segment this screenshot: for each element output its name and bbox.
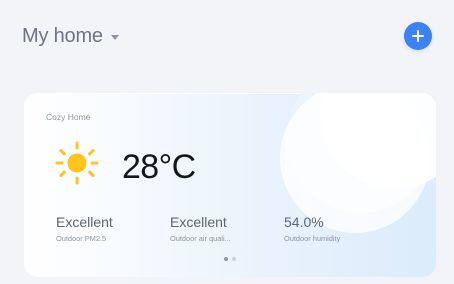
metric-pm25: Excellent Outdoor PM2.5 [56,215,156,247]
metric-pm25-label: Outdoor PM2.5 [56,234,107,243]
weather-card-content: Cozy Home 28°C Excellent Outdoor PM2.5 E… [24,93,436,277]
chevron-down-icon [110,34,119,40]
header: My home [22,22,432,50]
metric-air-quality-value: Excellent [170,214,227,230]
home-screen: My home Cozy Home 28°C Excellent Outdoor… [0,0,454,284]
card-pagination [224,257,236,261]
page-dot-2[interactable] [232,257,236,261]
home-selector[interactable]: My home [22,22,119,50]
add-button[interactable] [404,22,432,50]
metric-humidity-label: Outdoor humidity [284,234,341,243]
temperature-value: 28°C [122,148,196,186]
location-label: Cozy Home [46,112,91,122]
metric-humidity-value: 54.0% [284,214,324,230]
home-title: My home [22,25,103,47]
metric-humidity: 54.0% Outdoor humidity [284,215,396,247]
page-dot-1[interactable] [224,257,228,261]
sun-icon [55,141,99,185]
metric-air-quality: Excellent Outdoor air quali... [170,215,276,247]
metric-air-quality-label: Outdoor air quali... [170,234,231,243]
metric-pm25-value: Excellent [56,214,113,230]
weather-card[interactable]: Cozy Home 28°C Excellent Outdoor PM2.5 E… [24,93,436,277]
